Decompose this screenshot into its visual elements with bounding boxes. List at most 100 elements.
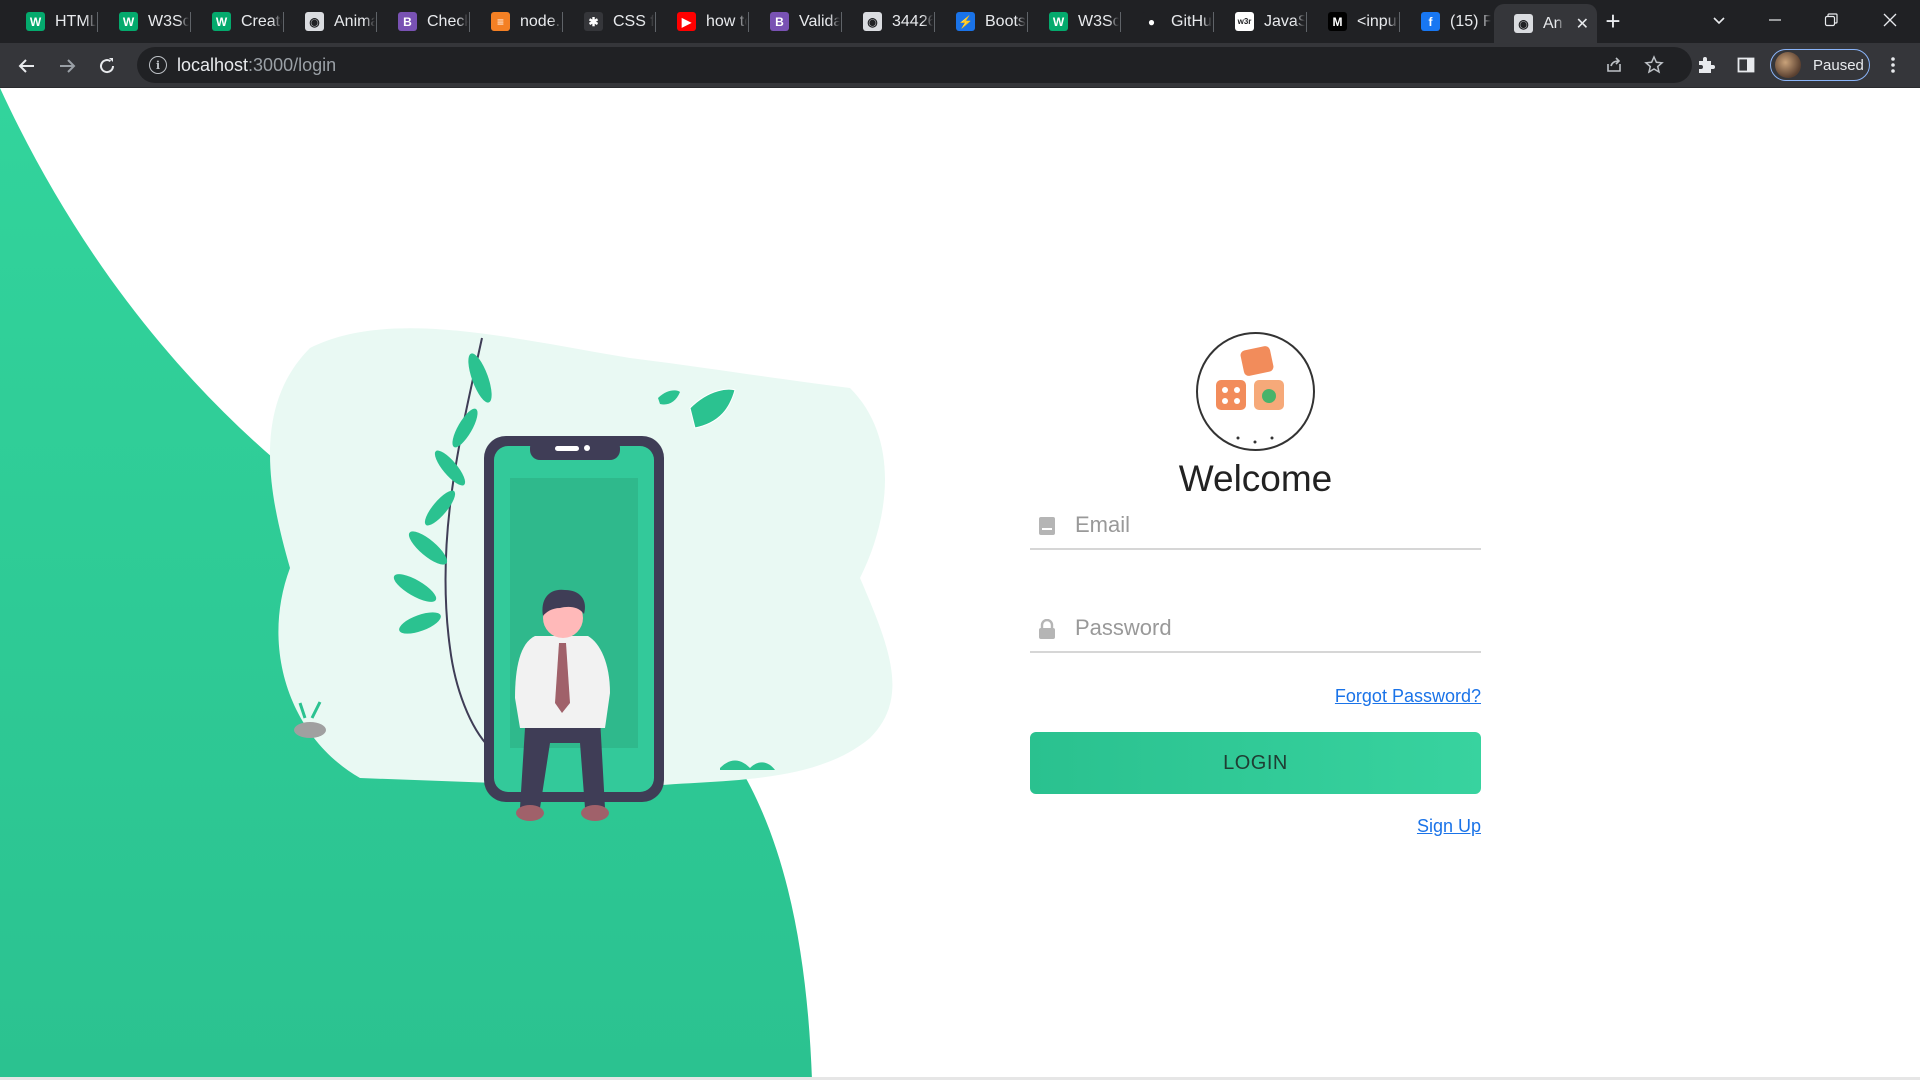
browser-tab[interactable]: ≡ node.j <box>471 6 561 37</box>
tab-title: W3Sch <box>1078 12 1119 30</box>
new-tab-button[interactable]: + <box>1598 6 1628 36</box>
browser-tab[interactable]: W W3Sch <box>99 6 189 37</box>
tab-title: W3Sch <box>148 12 189 30</box>
avatar <box>1775 52 1801 78</box>
reload-icon <box>100 58 115 74</box>
stackoverflow-icon: ≡ <box>491 12 510 31</box>
tab-title: Bootst <box>985 12 1026 30</box>
browser-tab[interactable]: B Check <box>378 6 468 37</box>
browser-tab[interactable]: W W3Sch <box>1029 6 1119 37</box>
w3schools-icon: W <box>119 12 138 31</box>
tab-title: CSS fle <box>613 12 654 30</box>
profile-button[interactable]: Paused <box>1770 49 1870 81</box>
site-info-icon[interactable]: i <box>149 56 167 74</box>
youtube-icon: ▶ <box>677 12 696 31</box>
forward-button[interactable] <box>50 49 84 83</box>
tab-title: HTML <box>55 12 96 30</box>
browser-tab[interactable]: B Validat <box>750 6 840 37</box>
profile-status: Paused <box>1813 56 1864 74</box>
bolt-icon: ⚡ <box>956 12 975 31</box>
browser-tab[interactable]: ◉ An ✕ <box>1494 4 1597 43</box>
bootstrap-icon: B <box>770 12 789 31</box>
tab-separator <box>97 12 98 32</box>
email-field[interactable]: Email <box>1030 500 1481 550</box>
reload-button[interactable] <box>90 49 124 83</box>
tab-title: An <box>1543 14 1563 32</box>
tab-separator <box>1399 12 1400 32</box>
browser-tab[interactable]: W Create <box>192 6 282 37</box>
browser-tab[interactable]: ✱ CSS fle <box>564 6 654 37</box>
tab-separator <box>283 12 284 32</box>
css-tricks-icon: ✱ <box>584 12 603 31</box>
tab-title: (15) Fa <box>1450 12 1491 30</box>
browser-tab[interactable]: w3r JavaSc <box>1215 6 1305 37</box>
back-button[interactable] <box>10 49 44 83</box>
tab-separator <box>469 12 470 32</box>
star-icon[interactable] <box>1644 55 1664 75</box>
browser-tab[interactable]: ▶ how tc <box>657 6 747 37</box>
tab-separator <box>655 12 656 32</box>
password-placeholder: Password <box>1075 615 1172 640</box>
more-menu-icon[interactable] <box>1881 53 1905 77</box>
github-icon: ● <box>1142 12 1161 31</box>
tab-title: Create <box>241 12 282 30</box>
tab-separator <box>1027 12 1028 32</box>
tab-title: GitHul <box>1171 12 1212 30</box>
close-window-icon[interactable] <box>1862 0 1918 40</box>
address-bar[interactable]: i localhost:3000/login <box>137 47 1692 83</box>
tab-title: Anima <box>334 12 375 30</box>
tab-title: 34426 <box>892 12 933 30</box>
browser-toolbar: i localhost:3000/login Paused <box>0 43 1920 88</box>
tab-strip: W HTML W W3Sch W Create ◉ Anima B Check ≡ node.j ✱ CS… <box>0 0 1920 43</box>
tab-separator <box>1213 12 1214 32</box>
email-placeholder: Email <box>1075 512 1131 537</box>
tab-title: Validat <box>799 12 840 30</box>
login-button[interactable]: LOGIN <box>1030 732 1481 794</box>
password-field[interactable]: Password <box>1030 603 1481 653</box>
phone-person-illustration <box>270 328 893 821</box>
sign-up-link[interactable]: Sign Up <box>1417 816 1481 837</box>
w3schools-icon: W <box>1049 12 1068 31</box>
w3schools-icon: W <box>26 12 45 31</box>
facebook-icon: f <box>1421 12 1440 31</box>
w3schools-icon: W <box>212 12 231 31</box>
tab-title: JavaSc <box>1264 12 1305 30</box>
restore-icon[interactable] <box>1803 0 1859 40</box>
extensions-icon[interactable] <box>1694 53 1718 77</box>
close-tab-icon[interactable]: ✕ <box>1576 14 1589 34</box>
browser-tab[interactable]: M <input <box>1308 6 1398 37</box>
tab-separator <box>562 12 563 32</box>
tab-separator <box>1306 12 1307 32</box>
side-panel-icon[interactable] <box>1734 53 1758 77</box>
forgot-password-link[interactable]: Forgot Password? <box>1335 686 1481 707</box>
tab-separator <box>190 12 191 32</box>
id-card-icon <box>1039 517 1055 535</box>
globe-icon: ◉ <box>1514 14 1533 33</box>
tab-separator <box>1120 12 1121 32</box>
tab-title: <input <box>1357 12 1398 30</box>
w3r-icon: w3r <box>1235 12 1254 31</box>
arrow-right-icon <box>60 59 76 73</box>
minimize-icon[interactable] <box>1747 0 1803 40</box>
tab-search-icon[interactable] <box>1691 0 1747 40</box>
tab-title: how tc <box>706 12 747 30</box>
brand-logo <box>1196 332 1315 451</box>
tab-separator <box>934 12 935 32</box>
tab-separator <box>841 12 842 32</box>
tab-separator <box>748 12 749 32</box>
tab-separator <box>376 12 377 32</box>
tab-title: Check <box>427 12 468 30</box>
browser-tab[interactable]: ⚡ Bootst <box>936 6 1026 37</box>
globe-icon: ◉ <box>863 12 882 31</box>
browser-tab[interactable]: ● GitHul <box>1122 6 1212 37</box>
medium-icon: M <box>1328 12 1347 31</box>
browser-tab[interactable]: ◉ Anima <box>285 6 375 37</box>
browser-tab[interactable]: ◉ 34426 <box>843 6 933 37</box>
page-title: Welcome <box>1178 458 1333 499</box>
share-icon[interactable] <box>1604 55 1624 75</box>
tab-title: node.j <box>520 12 561 30</box>
url-text[interactable]: localhost:3000/login <box>177 55 336 76</box>
login-page: Welcome Email Password Forgot Password? … <box>0 88 1920 1080</box>
browser-tab[interactable]: f (15) Fa <box>1401 6 1491 37</box>
browser-tab[interactable]: W HTML <box>6 6 96 37</box>
